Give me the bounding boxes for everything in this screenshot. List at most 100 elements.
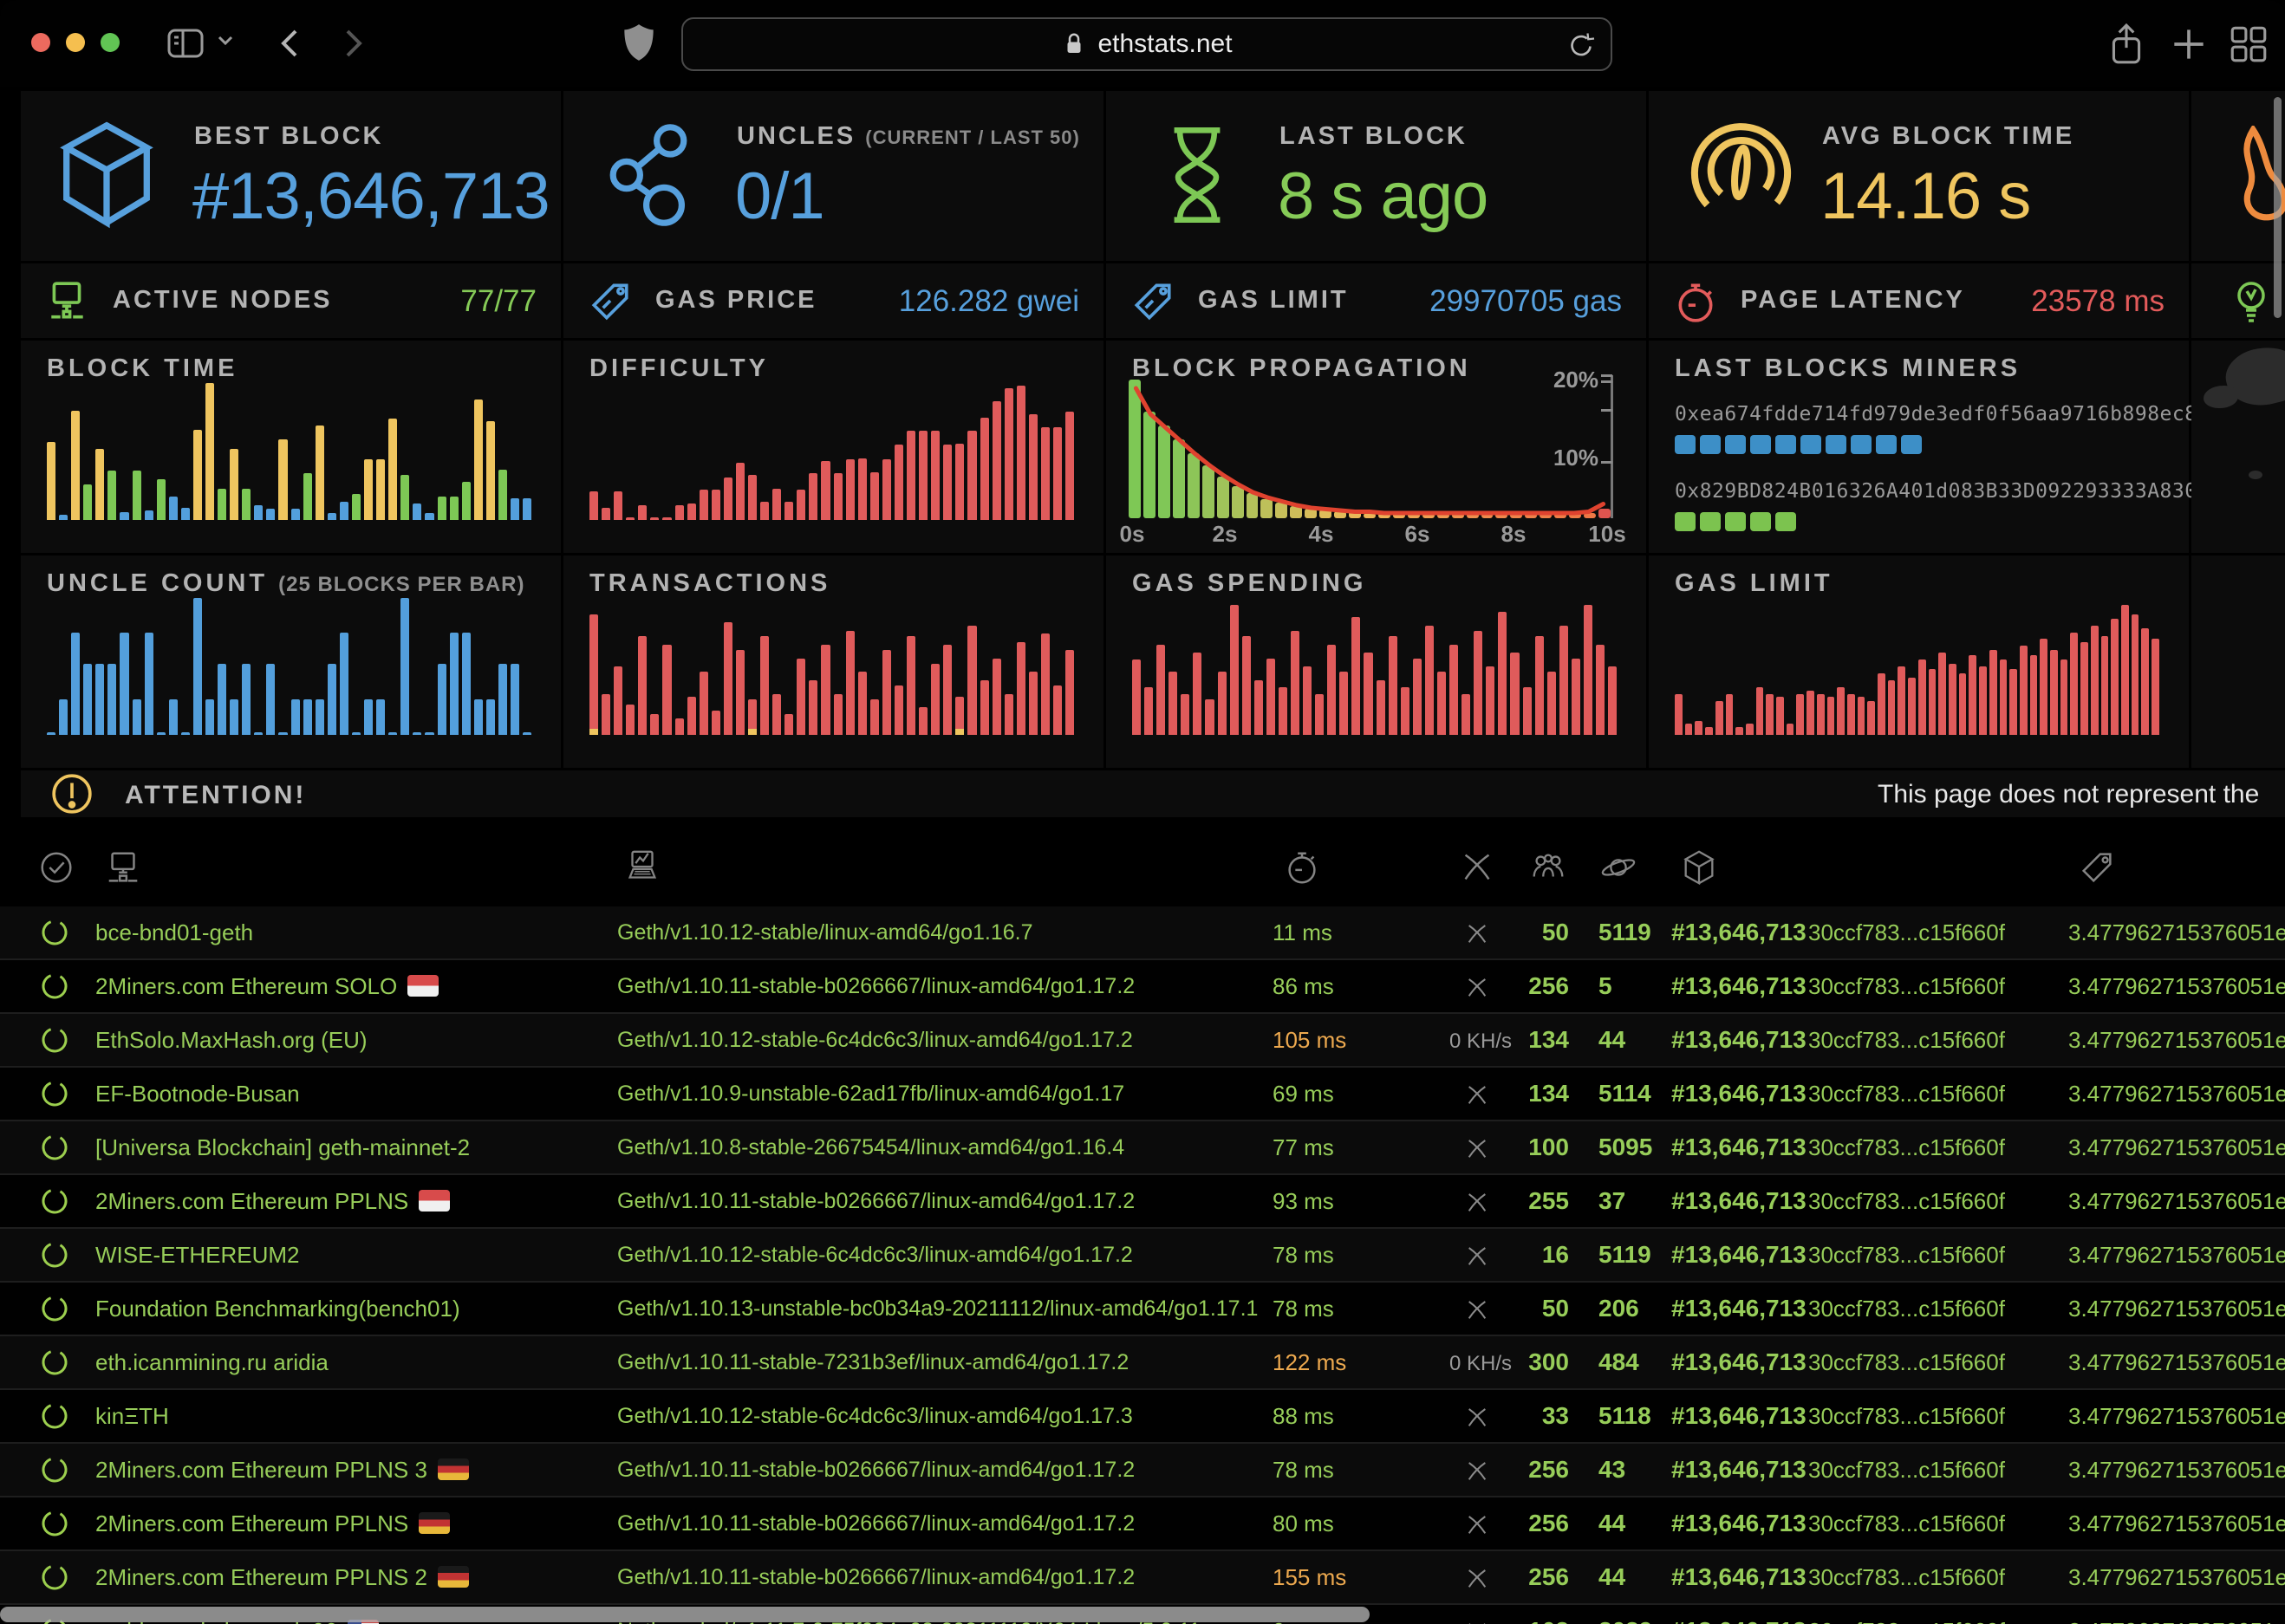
- node-version: Geth/v1.10.11-stable-b0266667/linux-amd6…: [617, 1497, 1135, 1549]
- chart-bar: [169, 497, 178, 520]
- chart-bar: [1218, 672, 1227, 735]
- table-row[interactable]: 2Miners.com Ethereum PPLNS 2 Geth/v1.10.…: [0, 1551, 2285, 1605]
- vertical-scrollbar[interactable]: [2274, 97, 2282, 318]
- node-block: #13,646,713: [1671, 1497, 1807, 1549]
- chart-bar: [1377, 680, 1385, 735]
- node-status-icon: [40, 1562, 69, 1592]
- chart-bar: [834, 694, 843, 735]
- page-latency-value: 23578 ms: [2031, 284, 2165, 319]
- chart-bar: [1746, 724, 1754, 735]
- x-tick-2s: 2s: [1213, 521, 1238, 548]
- close-window-button[interactable]: [31, 33, 50, 52]
- new-tab-icon[interactable]: [2167, 23, 2210, 66]
- table-row[interactable]: kinΞTH Geth/v1.10.12-stable-6c4dc6c3/lin…: [0, 1390, 2285, 1444]
- table-row[interactable]: EthSolo.MaxHash.org (EU) Geth/v1.10.12-s…: [0, 1014, 2285, 1068]
- share-icon[interactable]: [2105, 23, 2148, 68]
- block-time-chart: [47, 383, 531, 520]
- total-difficulty-column-icon[interactable]: [2077, 848, 2117, 887]
- uncle-count-chart: [47, 598, 531, 735]
- miner-block-square: [1750, 435, 1771, 454]
- chart-bar: [736, 650, 745, 735]
- best-block-panel: BEST BLOCK #13,646,713: [21, 91, 561, 261]
- chart-bar: [1437, 672, 1446, 735]
- sidebar-toggle-icon[interactable]: [165, 23, 206, 64]
- node-mining: [1449, 960, 1505, 1012]
- zoom-window-button[interactable]: [101, 33, 120, 52]
- chart-bar: [675, 718, 684, 735]
- chart-bar: [71, 411, 80, 520]
- chart-bar: [1266, 659, 1275, 735]
- last-block-label: LAST BLOCK: [1279, 122, 1468, 151]
- table-row[interactable]: 2Miners.com Ethereum PPLNS 3 Geth/v1.10.…: [0, 1444, 2285, 1497]
- node-total-difficulty: 3.477962715376051e+22: [2068, 1390, 2285, 1442]
- block-propagation-panel: BLOCK PROPAGATION 20% 10% 0s 2s 4s 6s 8s…: [1106, 341, 1646, 553]
- chart-bar: [340, 502, 348, 520]
- back-button[interactable]: [270, 23, 312, 64]
- gas-limit-panel: GAS LIMIT 29970705 gas: [1106, 263, 1646, 338]
- avg-block-time-panel: AVG BLOCK TIME 14.16 s: [1649, 91, 2189, 261]
- chart-bar: [1461, 694, 1470, 735]
- node-pending: 44: [1598, 1014, 1625, 1066]
- node-block-hash: 30ccf783...c15f660f: [1808, 1283, 2005, 1335]
- node-pending: 37: [1598, 1175, 1625, 1227]
- horizontal-scrollbar[interactable]: [0, 1607, 1370, 1622]
- latency-column-icon[interactable]: [1282, 848, 1322, 887]
- node-name: kinΞTH: [95, 1390, 169, 1442]
- node-peers: 256: [1501, 1551, 1569, 1603]
- node-pending: 5119: [1598, 1229, 1651, 1281]
- tab-overview-icon[interactable]: [2226, 23, 2271, 66]
- node-name-column-icon[interactable]: [103, 848, 143, 887]
- table-row[interactable]: 2Miners.com Ethereum SOLO Geth/v1.10.11-…: [0, 960, 2285, 1014]
- last-seen-column-icon[interactable]: [36, 848, 76, 887]
- chart-bar: [675, 505, 684, 520]
- node-latency: 122 ms: [1273, 1336, 1346, 1388]
- chevron-down-icon[interactable]: [215, 33, 236, 49]
- chart-bar: [1796, 694, 1804, 735]
- chart-bar: [400, 598, 409, 735]
- chart-bar: [943, 445, 952, 520]
- node-name: WISE-ETHEREUM2: [95, 1229, 299, 1281]
- address-bar[interactable]: ethstats.net: [681, 17, 1612, 71]
- node-block-hash: 30ccf783...c15f660f: [1808, 1336, 2005, 1388]
- chart-bar: [1807, 691, 1814, 735]
- chart-bar: [1065, 412, 1074, 520]
- block-column-icon[interactable]: [1679, 848, 1719, 887]
- node-block-hash: 30ccf783...c15f660f: [1808, 1551, 2005, 1603]
- minimize-window-button[interactable]: [66, 33, 85, 52]
- forward-button[interactable]: [331, 23, 373, 64]
- chart-bar: [1735, 727, 1743, 735]
- chart-bar: [760, 636, 769, 735]
- peers-column-icon[interactable]: [1528, 848, 1568, 887]
- table-row[interactable]: bce-bnd01-geth Geth/v1.10.12-stable/linu…: [0, 906, 2285, 960]
- chart-bar: [2060, 659, 2068, 735]
- gas-limit-chart-title: GAS LIMIT: [1675, 569, 1833, 598]
- node-block: #13,646,713: [1671, 1283, 1807, 1335]
- reload-icon[interactable]: [1566, 29, 1597, 61]
- mining-column-icon[interactable]: [1457, 848, 1497, 887]
- node-info-column-icon[interactable]: [622, 848, 662, 887]
- miner-entry[interactable]: 0xea674fdde714fd979de3edf0f56aa9716b898e…: [1675, 400, 2171, 426]
- chart-bar: [218, 664, 226, 735]
- table-row[interactable]: eth.icanmining.ru aridia Geth/v1.10.11-s…: [0, 1336, 2285, 1390]
- uncles-icon: [602, 117, 706, 233]
- table-row[interactable]: Foundation Benchmarking(bench01) Geth/v1…: [0, 1283, 2285, 1336]
- node-name: EF-Bootnode-Busan: [95, 1068, 300, 1120]
- miner-entry[interactable]: 0x829BD824B016326A401d083B33D092293333A8…: [1675, 477, 2171, 503]
- table-row[interactable]: [Universa Blockchain] geth-mainnet-2 Get…: [0, 1121, 2285, 1175]
- chart-bar: [1017, 642, 1025, 735]
- chart-bar: [1918, 659, 1926, 735]
- pending-column-icon[interactable]: [1598, 848, 1638, 887]
- node-total-difficulty: 3.477962715376051e+22: [2068, 960, 2285, 1012]
- gas-limit-chart-panel: GAS LIMIT: [1649, 555, 2189, 768]
- node-total-difficulty: 3.477962715376051e+22: [2068, 1229, 2285, 1281]
- miner-address: 0x829BD824B016326A401d083B33D092293333A8…: [1675, 480, 2197, 503]
- table-row[interactable]: 2Miners.com Ethereum PPLNS Geth/v1.10.11…: [0, 1175, 2285, 1229]
- privacy-shield-icon[interactable]: [617, 21, 661, 64]
- node-block: #13,646,713: [1671, 1390, 1807, 1442]
- attention-icon: [50, 772, 94, 815]
- chart-bar: [882, 459, 891, 520]
- chart-bar: [95, 664, 104, 735]
- table-row[interactable]: EF-Bootnode-Busan Geth/v1.10.9-unstable-…: [0, 1068, 2285, 1121]
- table-row[interactable]: WISE-ETHEREUM2 Geth/v1.10.12-stable-6c4d…: [0, 1229, 2285, 1283]
- table-row[interactable]: 2Miners.com Ethereum PPLNS Geth/v1.10.11…: [0, 1497, 2285, 1551]
